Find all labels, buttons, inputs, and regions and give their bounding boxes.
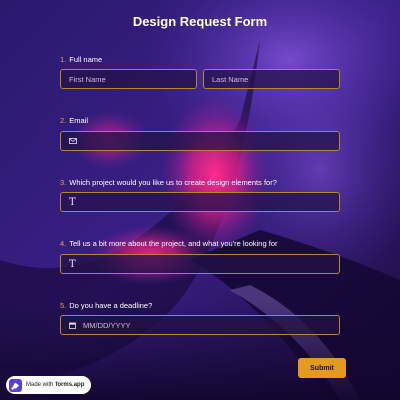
question-number: 5.	[60, 301, 67, 310]
text-t-icon: T	[69, 258, 76, 270]
forms-app-logo-icon	[9, 378, 22, 392]
question-text: Tell us a bit more about the project, an…	[69, 239, 278, 248]
question-label-email: 2. Email	[60, 116, 88, 125]
made-with-forms-app-badge[interactable]: Made with forms.app	[6, 376, 91, 394]
first-name-placeholder: First Name	[69, 74, 106, 84]
question-label-full-name: 1. Full name	[60, 55, 102, 64]
question-number: 4.	[60, 239, 67, 248]
question-text: Full name	[69, 55, 103, 64]
question-label-deadline: 5. Do you have a deadline?	[60, 301, 152, 310]
envelope-icon	[69, 138, 77, 144]
project-input[interactable]: T	[60, 192, 340, 212]
question-number: 3.	[60, 178, 67, 187]
project-details-input[interactable]: T	[60, 254, 340, 274]
question-text: Email	[69, 116, 89, 125]
question-number: 2.	[60, 116, 67, 125]
first-name-input[interactable]: First Name	[60, 69, 197, 89]
badge-prefix: Made with	[26, 382, 54, 388]
question-text: Do you have a deadline?	[69, 301, 153, 310]
text-t-icon: T	[69, 196, 76, 208]
last-name-input[interactable]: Last Name	[203, 69, 340, 89]
calendar-icon	[69, 322, 76, 329]
question-label-project: 3. Which project would you like us to cre…	[60, 178, 277, 187]
submit-button[interactable]: Submit	[298, 358, 346, 378]
deadline-placeholder: MM/DD/YYYY	[83, 320, 131, 330]
badge-brand: forms.app	[55, 382, 85, 388]
question-number: 1.	[60, 55, 67, 64]
question-text: Which project would you like us to creat…	[69, 178, 277, 187]
last-name-placeholder: Last Name	[212, 74, 249, 84]
question-label-description: 4. Tell us a bit more about the project, …	[60, 239, 277, 248]
form-title: Design Request Form	[132, 14, 268, 29]
deadline-date-input[interactable]: MM/DD/YYYY	[60, 315, 340, 335]
email-input[interactable]	[60, 131, 340, 151]
